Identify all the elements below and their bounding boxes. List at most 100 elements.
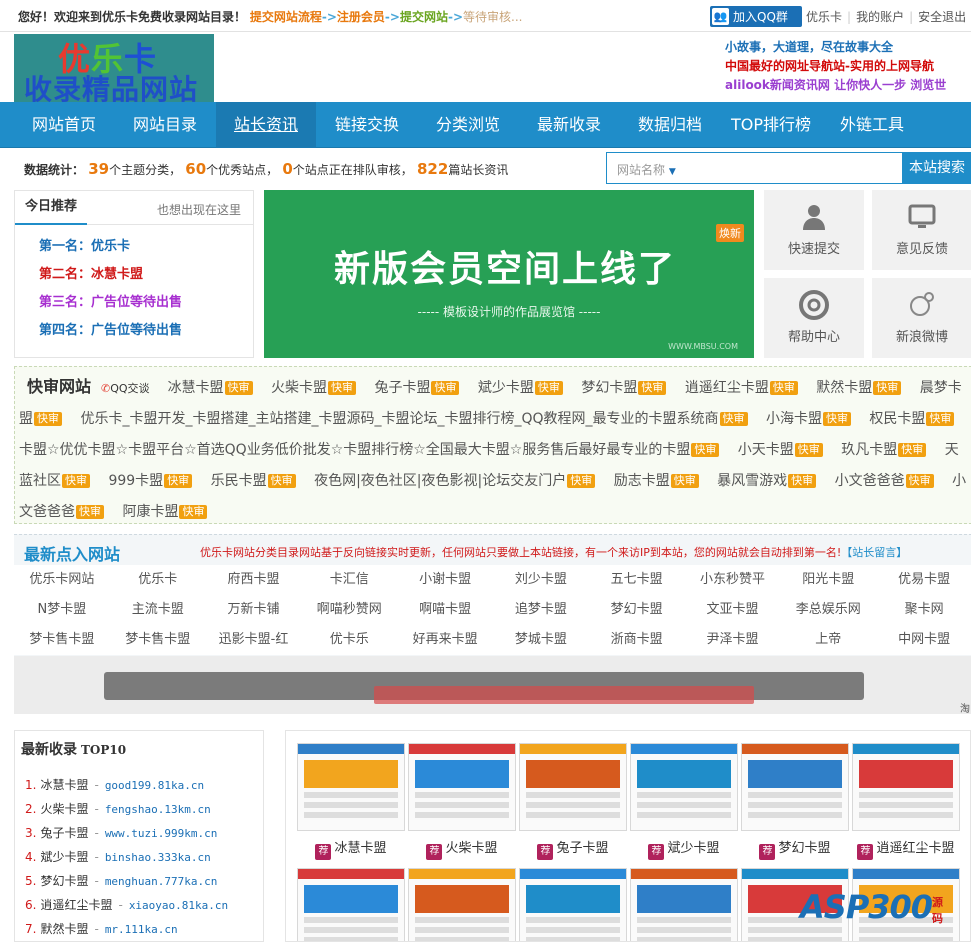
site-thumbnail[interactable]	[519, 868, 627, 941]
incoming-site-link[interactable]: 府西卡盟	[206, 565, 302, 595]
site-logo[interactable]: 优乐卡 收录精品网站	[14, 34, 214, 102]
latest-item[interactable]: 3. 兔子卡盟 - www.tuzi.999km.cn	[25, 821, 228, 845]
incoming-site-link[interactable]: 文亚卡盟	[685, 595, 781, 625]
fast-review-site-link[interactable]: 玖凡卡盟 快审	[841, 442, 927, 458]
incoming-site-link[interactable]: 梦城卡盟	[493, 625, 589, 655]
thumbnail-label[interactable]: 荐火柴卡盟	[408, 837, 516, 860]
latest-item[interactable]: 7. 默然卡盟 - mr.111ka.cn	[25, 917, 228, 941]
nav-backlink-tools[interactable]: 外链工具	[822, 102, 922, 148]
feedback-tile[interactable]: 意见反馈	[872, 190, 971, 270]
fast-review-site-link[interactable]: 火柴卡盟 快审	[271, 380, 357, 396]
incoming-site-link[interactable]: 聚卡网	[876, 595, 971, 625]
recommend-more-link[interactable]: 也想出现在这里	[157, 201, 241, 218]
fast-review-site-link[interactable]: 梦幻卡盟 快审	[581, 380, 667, 396]
username-link[interactable]: 优乐卡	[806, 10, 842, 24]
fast-review-site-link[interactable]: 冰慧卡盟 快审	[168, 380, 253, 396]
incoming-site-link[interactable]: 梦幻卡盟	[589, 595, 685, 625]
incoming-site-link[interactable]: 优易卡盟	[876, 565, 971, 595]
incoming-site-link[interactable]: 追梦卡盟	[493, 595, 589, 625]
fast-review-site-link[interactable]: 励志卡盟 快审	[614, 473, 699, 489]
slogan-link[interactable]: 小故事，大道理，尽在故事大全	[725, 38, 953, 57]
recommend-item[interactable]: 第四名：广告位等待出售	[39, 317, 253, 345]
fast-review-site-link[interactable]: 暴风雪游戏 快审	[717, 473, 817, 489]
incoming-site-link[interactable]: 上帝	[780, 625, 876, 655]
thumbnail-label[interactable]: 荐梦幻卡盟	[741, 837, 849, 860]
flow-submit-process-link[interactable]: 提交网站流程	[250, 10, 322, 24]
thumbnail-label[interactable]: 荐兔子卡盟	[519, 837, 627, 860]
promo-banner[interactable]: 焕新 新版会员空间上线了 ----- 模板设计师的作品展览馆 ----- WWW…	[264, 190, 754, 358]
qq-chat-link[interactable]: ✆QQ交谈	[101, 382, 150, 395]
logout-link[interactable]: 安全退出	[918, 10, 966, 24]
fast-review-site-link[interactable]: 小海卡盟 快审	[766, 411, 851, 427]
recommend-item[interactable]: 第一名：优乐卡	[39, 233, 253, 261]
nav-home[interactable]: 网站首页	[14, 102, 114, 148]
incoming-site-link[interactable]: 小东秒赞平	[685, 565, 781, 595]
incoming-site-link[interactable]: 啊喵秒赞网	[301, 595, 397, 625]
search-button[interactable]: 本站搜索	[902, 152, 971, 184]
incoming-site-link[interactable]: 优卡乐	[301, 625, 397, 655]
quick-submit-tile[interactable]: 快速提交	[764, 190, 864, 270]
nav-link-exchange[interactable]: 链接交换	[317, 102, 417, 148]
fast-review-site-link[interactable]: 乐民卡盟 快审	[211, 473, 296, 489]
help-center-tile[interactable]: 帮助中心	[764, 278, 864, 358]
site-thumbnail[interactable]	[630, 868, 738, 941]
fast-review-site-link[interactable]: 卡盟☆优优卡盟☆卡盟平台☆首选QQ业务低价批发☆卡盟排行榜☆全国最大卡盟☆服务售…	[19, 442, 720, 458]
incoming-site-link[interactable]: 李总娱乐网	[780, 595, 876, 625]
incoming-site-link[interactable]: 优乐卡	[110, 565, 206, 595]
latest-item[interactable]: 4. 斌少卡盟 - binshao.333ka.cn	[25, 845, 228, 869]
recommend-item[interactable]: 第二名：冰慧卡盟	[39, 261, 253, 289]
fast-review-site-link[interactable]: 夜色网|夜色社区|夜色影视|论坛交友门户 快审	[314, 473, 596, 489]
nav-top-ranking[interactable]: TOP排行榜	[721, 102, 821, 148]
nav-latest[interactable]: 最新收录	[519, 102, 619, 148]
incoming-site-link[interactable]: 阳光卡盟	[780, 565, 876, 595]
flow-submit-site-link[interactable]: 提交网站	[400, 10, 448, 24]
latest-item[interactable]: 6. 逍遥红尘卡盟 - xiaoyao.81ka.cn	[25, 893, 228, 917]
site-thumbnail[interactable]	[741, 743, 849, 831]
thumbnail-label[interactable]: 荐冰慧卡盟	[297, 837, 405, 860]
incoming-site-link[interactable]: 梦卡售卡盟	[14, 625, 110, 655]
search-type-select[interactable]: 网站名称 ▼	[617, 161, 676, 178]
incoming-site-link[interactable]: 啊喵卡盟	[397, 595, 493, 625]
incoming-site-link[interactable]: 迅影卡盟-红	[206, 625, 302, 655]
fast-review-site-link[interactable]: 兔子卡盟 快审	[374, 380, 460, 396]
site-thumbnail[interactable]	[630, 743, 738, 831]
site-thumbnail[interactable]	[519, 743, 627, 831]
incoming-site-link[interactable]: 万新卡铺	[206, 595, 302, 625]
slogan-link[interactable]: alilook新闻资讯网 让你快人一步 浏览世	[725, 76, 953, 95]
fast-review-site-link[interactable]: 999卡盟 快审	[108, 473, 193, 489]
incoming-site-link[interactable]: 小谢卡盟	[397, 565, 493, 595]
fast-review-site-link[interactable]: 权民卡盟 快审	[869, 411, 955, 427]
fast-review-site-link[interactable]: 小天卡盟 快审	[738, 442, 823, 458]
my-account-link[interactable]: 我的账户	[856, 10, 904, 24]
flow-register-link[interactable]: 注册会员	[337, 10, 385, 24]
site-thumbnail[interactable]	[408, 743, 516, 831]
nav-category-browse[interactable]: 分类浏览	[418, 102, 518, 148]
incoming-site-link[interactable]: 浙商卡盟	[589, 625, 685, 655]
fast-review-site-link[interactable]: 小文爸爸爸 快审	[835, 473, 934, 489]
site-thumbnail[interactable]	[852, 743, 960, 831]
fast-review-site-link[interactable]: 逍遥红尘卡盟 快审	[685, 380, 798, 396]
webmaster-message-link[interactable]: 【站长留言】	[841, 546, 907, 559]
fast-review-site-link[interactable]: 优乐卡_卡盟开发_卡盟搭建_主站搭建_卡盟源码_卡盟论坛_卡盟排行榜_QQ教程网…	[80, 411, 748, 427]
fast-review-site-link[interactable]: 阿康卡盟 快审	[122, 504, 208, 520]
site-thumbnail[interactable]	[297, 868, 405, 941]
incoming-site-link[interactable]: 好再来卡盟	[397, 625, 493, 655]
incoming-site-link[interactable]: 刘少卡盟	[493, 565, 589, 595]
site-thumbnail[interactable]	[297, 743, 405, 831]
incoming-site-link[interactable]: 主流卡盟	[110, 595, 206, 625]
ad-banner[interactable]: 淘	[14, 656, 971, 714]
fast-review-site-link[interactable]: 斌少卡盟 快审	[478, 380, 563, 396]
incoming-site-link[interactable]: N梦卡盟	[14, 595, 110, 625]
site-thumbnail[interactable]	[408, 868, 516, 941]
search-input[interactable]	[693, 157, 893, 179]
slogan-link[interactable]: 中国最好的网址导航站-实用的上网导航	[725, 57, 953, 76]
incoming-site-link[interactable]: 尹泽卡盟	[685, 625, 781, 655]
incoming-site-link[interactable]: 优乐卡网站	[14, 565, 110, 595]
join-qq-group-button[interactable]: 👥 加入QQ群	[710, 6, 802, 27]
thumbnail-label[interactable]: 荐斌少卡盟	[630, 837, 738, 860]
latest-item[interactable]: 2. 火柴卡盟 - fengshao.13km.cn	[25, 797, 228, 821]
incoming-site-link[interactable]: 五七卡盟	[589, 565, 685, 595]
incoming-site-link[interactable]: 梦卡售卡盟	[110, 625, 206, 655]
incoming-site-link[interactable]: 卡汇信	[301, 565, 397, 595]
latest-item[interactable]: 1. 冰慧卡盟 - good199.81ka.cn	[25, 773, 228, 797]
